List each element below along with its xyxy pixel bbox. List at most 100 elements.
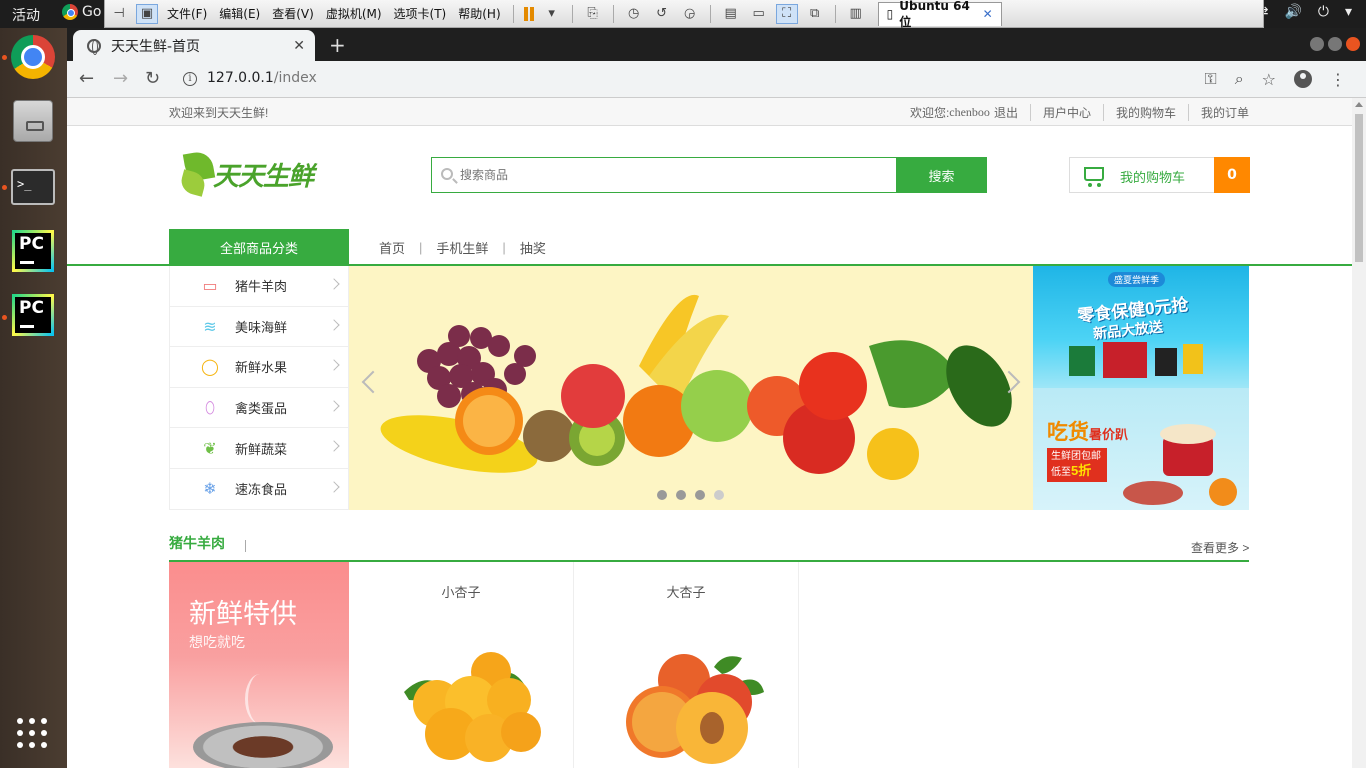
chevron-down-icon[interactable]: ▾	[1345, 4, 1352, 20]
username: chenboo	[949, 105, 990, 119]
unity-icon[interactable]: ⧉	[804, 4, 826, 24]
files-icon	[13, 100, 53, 142]
address-bar[interactable]: 127.0.0.1/index	[207, 70, 317, 86]
info-icon[interactable]: i	[183, 72, 197, 86]
my-cart-link[interactable]: 我的购物车	[1102, 104, 1188, 121]
dock-pycharm[interactable]: PC	[8, 226, 58, 276]
promo-ad-summer-sale[interactable]: 吃货暑价趴 生鲜团包邮 低至5折	[1033, 388, 1249, 510]
vm-tab-label: Ubuntu 64 位	[899, 0, 970, 29]
library-view-icon[interactable]: ▤	[720, 4, 742, 24]
window-controls	[1310, 37, 1360, 51]
show-applications-icon[interactable]	[17, 718, 47, 748]
dock-terminal[interactable]: >_	[8, 162, 58, 212]
reload-button[interactable]: ↻	[145, 68, 160, 89]
page-scrollbar[interactable]	[1352, 98, 1366, 768]
site-logo[interactable]: 天天生鲜	[178, 148, 314, 200]
search-box	[431, 157, 897, 193]
new-tab-button[interactable]: +	[329, 33, 346, 57]
fullscreen-toggle-icon[interactable]: ▣	[136, 3, 158, 24]
pause-icon[interactable]	[523, 6, 534, 21]
vm-tab-ubuntu[interactable]: ▯ Ubuntu 64 位 ✕	[877, 0, 1002, 29]
site-top-strip: 欢迎来到天天生鲜! 欢迎您: chenboo 退出 用户中心 我的购物车 我的订…	[67, 98, 1352, 126]
menu-icon[interactable]: ⋮	[1330, 70, 1346, 89]
tab-title: 天天生鲜-首页	[111, 38, 201, 55]
scroll-up-arrow-icon[interactable]	[1355, 102, 1363, 107]
vm-menu-help[interactable]: 帮助(H)	[452, 5, 506, 22]
vm-menu-vm[interactable]: 虚拟机(M)	[320, 5, 388, 22]
site-welcome: 欢迎来到天天生鲜!	[169, 106, 269, 120]
console-view-icon[interactable]: ▥	[845, 4, 867, 24]
product-card[interactable]: 大杏子	[574, 562, 799, 768]
account-icon[interactable]	[1294, 70, 1312, 88]
category-item-fruit[interactable]: ◯ 新鲜水果	[170, 347, 348, 388]
carousel-dot-active[interactable]	[714, 490, 724, 500]
key-icon[interactable]: ⚿	[1205, 69, 1217, 89]
volume-icon[interactable]: 🔊	[1284, 4, 1301, 20]
cart-widget[interactable]: 我的购物车 0	[1069, 157, 1250, 193]
search-button[interactable]: 搜索	[896, 157, 987, 193]
toolbar-divider	[571, 4, 573, 23]
vm-menu-tabs[interactable]: 选项卡(T)	[388, 5, 453, 22]
ubuntu-dock: >_ PC PC	[0, 28, 67, 768]
browser-toolbar: ← → ↻ i 127.0.0.1/index ⚿ ⌕ ☆ ⋮	[67, 61, 1366, 98]
vm-menu-edit[interactable]: 编辑(E)	[213, 5, 266, 22]
dropdown-arrow-icon[interactable]: ▾	[541, 4, 563, 24]
hero-carousel[interactable]	[349, 266, 1033, 510]
category-item-vegetables[interactable]: ❦ 新鲜蔬菜	[170, 428, 348, 469]
snack-products-image	[1069, 342, 1203, 378]
close-icon[interactable]: ✕	[983, 7, 993, 21]
power-icon[interactable]: ⏻	[1318, 4, 1329, 20]
thumbnail-bar-icon[interactable]: ▭	[748, 4, 770, 24]
back-button[interactable]: ←	[79, 68, 94, 89]
cart-icon	[1084, 167, 1104, 187]
dock-pycharm-2[interactable]: PC	[8, 290, 58, 340]
forward-button[interactable]: →	[113, 68, 128, 89]
snapshot-manager-icon[interactable]: ◶	[679, 4, 701, 24]
category-item-seafood[interactable]: ≋ 美味海鲜	[170, 307, 348, 348]
snapshot-icon[interactable]: ◷	[623, 4, 645, 24]
egg-icon: ⬯	[204, 397, 216, 417]
my-orders-link[interactable]: 我的订单	[1187, 104, 1249, 121]
all-categories-button[interactable]: 全部商品分类	[169, 229, 349, 265]
full-screen-icon[interactable]: ⛶	[775, 3, 798, 24]
leaf-logo-icon	[178, 148, 219, 200]
carousel-dot[interactable]	[695, 490, 705, 500]
nav-lottery[interactable]: 抽奖	[520, 238, 546, 257]
dock-files[interactable]	[8, 96, 58, 146]
product-card[interactable]: 小杏子	[349, 562, 574, 768]
browser-tab[interactable]: 天天生鲜-首页 ✕	[73, 30, 315, 61]
send-ctrl-alt-del-icon[interactable]: ⎘	[582, 4, 604, 24]
close-icon[interactable]: ✕	[293, 38, 305, 54]
category-item-eggs[interactable]: ⬯ 禽类蛋品	[170, 388, 348, 429]
system-tray[interactable]: ⇄ 🔊 ⏻ ▾	[1257, 4, 1352, 20]
running-indicator	[2, 55, 7, 60]
vm-menu-view[interactable]: 查看(V)	[266, 5, 320, 22]
dock-chrome[interactable]	[8, 32, 58, 82]
carousel-dot[interactable]	[676, 490, 686, 500]
section-promo-banner[interactable]: 新鲜特供 想吃就吃	[169, 562, 349, 768]
category-label: 猪牛羊肉	[235, 279, 288, 295]
category-item-meat[interactable]: ▭ 猪牛羊肉	[170, 266, 348, 307]
maximize-button[interactable]	[1328, 37, 1342, 51]
category-item-frozen[interactable]: ❄ 速冻食品	[170, 469, 348, 510]
carousel-dot[interactable]	[657, 490, 667, 500]
scrollbar-thumb[interactable]	[1355, 114, 1363, 262]
zoom-icon[interactable]: ⌕	[1235, 69, 1244, 89]
view-more-link[interactable]: 查看更多 >	[1191, 539, 1249, 556]
vmware-toolbar: ⊣ ▣ 文件(F) 编辑(E) 查看(V) 虚拟机(M) 选项卡(T) 帮助(H…	[104, 0, 1264, 29]
nav-mobile-fresh[interactable]: 手机生鲜	[436, 238, 488, 257]
vm-menu-file[interactable]: 文件(F)	[161, 5, 213, 22]
pin-icon[interactable]: ⊣	[108, 4, 130, 24]
user-center-link[interactable]: 用户中心	[1029, 104, 1103, 121]
logout-link[interactable]: 退出	[994, 104, 1018, 121]
search-input[interactable]	[460, 158, 890, 192]
minimize-button[interactable]	[1310, 37, 1324, 51]
revert-snapshot-icon[interactable]: ↺	[651, 4, 673, 24]
promo-ad-snacks[interactable]: 盛夏尝鲜季 零食保健0元抢 新品大放送	[1033, 266, 1249, 388]
nav-home[interactable]: 首页	[379, 238, 405, 257]
activities-button[interactable]: 活动	[12, 5, 40, 25]
star-icon[interactable]: ☆	[1262, 70, 1276, 89]
apricot-image	[404, 652, 541, 762]
topbar-app-menu[interactable]: Go	[62, 4, 101, 20]
close-window-button[interactable]	[1346, 37, 1360, 51]
